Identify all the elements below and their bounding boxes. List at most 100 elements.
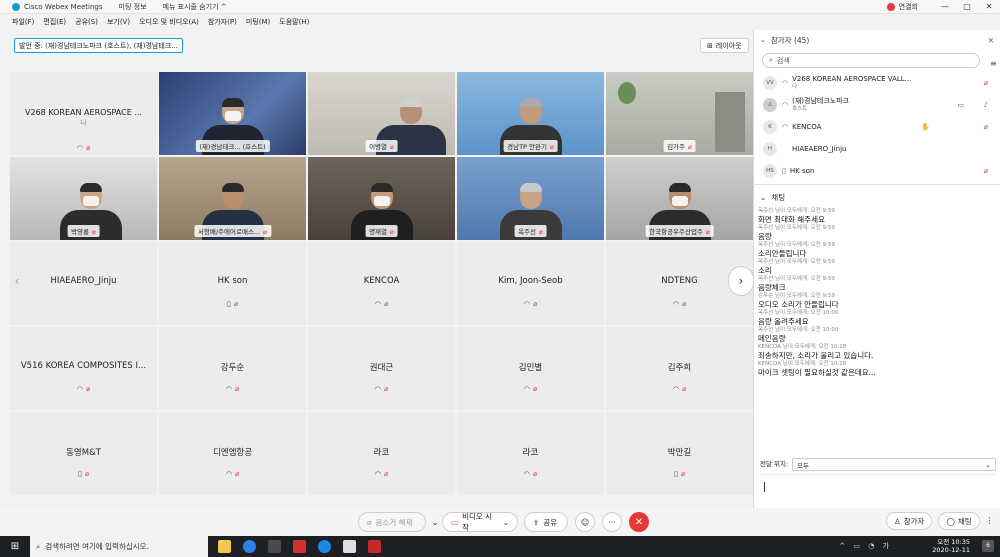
video-tile[interactable]: (재)경남테크... (호스트) [159,72,306,155]
x-icon: ✕ [634,516,644,528]
taskbar-search-input[interactable]: ⌕ 검색하려면 여기에 입력하십시오. [30,536,208,557]
participant-row[interactable]: HS ▯ HK son ⌀ [754,160,1000,182]
name-tile[interactable]: KENCOA ◠ ⌀ [308,242,455,325]
menu-audio-video[interactable]: 오디오 및 비디오(A) [139,17,199,27]
edge-icon[interactable] [243,540,256,553]
menu-file[interactable]: 파일(F) [12,17,34,27]
chevron-down-icon: ⌄ [431,517,439,527]
user-avatar-icon[interactable] [886,2,895,11]
sort-icon[interactable]: ≡ [990,59,997,68]
video-tile[interactable]: 한국항공우주산업주 ⌀ [606,157,753,240]
system-tray-icons[interactable]: ^ ▭ ◔ 가 [839,541,892,551]
windows-start-icon[interactable]: ⊞ [0,541,30,552]
prev-page-button[interactable]: ‹ [4,266,30,296]
avatar: K [763,120,777,134]
participant-row[interactable]: K ◠ KENCOA ✋ ⌀ [754,116,1000,138]
close-button[interactable]: ✕ [978,2,1000,11]
grid-icon: ⊞ [707,41,713,50]
chat-input[interactable] [758,474,996,500]
maximize-button[interactable]: □ [956,2,978,11]
mic-on-icon[interactable]: ♪ [984,101,988,109]
mic-muted-icon[interactable]: ⌀ [984,123,988,131]
name-tile[interactable]: HK son ▯ ⌀ [159,242,306,325]
webex-logo-icon [12,2,20,11]
chat-toggle-button[interactable]: ◯ 채팅 [938,512,980,530]
video-tile[interactable]: 서청배/주에어로매스... ⌀ [159,157,306,240]
menu-share[interactable]: 공유(S) [75,17,98,27]
share-button[interactable]: ⇪ 공유 [524,512,568,532]
chevron-down-icon: ⌄ [760,36,766,44]
mic-muted-icon[interactable]: ⌀ [984,167,988,175]
video-tile[interactable]: 박영룡 ⌀ [10,157,157,240]
chat-header[interactable]: ⌄ 채팅 [754,187,1000,207]
participant-search-input[interactable]: ⌕ 검색 [762,53,980,68]
panel-more-icon[interactable]: ⋮ [986,512,994,530]
webex-taskbar-icon[interactable] [318,540,331,553]
more-options-button[interactable]: ··· [602,512,622,532]
name-tile[interactable]: 김주희 ◠ ⌀ [606,327,753,410]
windows-taskbar: ⊞ ⌕ 검색하려면 여기에 입력하십시오. ^ ▭ ◔ 가 오전 10:35 2… [0,536,1000,557]
tile-name: V516 KOREA COMPOSITES I... [20,361,147,371]
name-tile[interactable]: 라코 ◠ ⌀ [457,412,604,495]
app-icon[interactable] [343,540,356,553]
layout-button[interactable]: ⊞ 레이아웃 [700,38,749,53]
menu-edit[interactable]: 편집(E) [43,17,66,27]
name-tile[interactable]: 박만길 ▯ ⌀ [606,412,753,495]
close-icon[interactable]: ✕ [988,36,994,45]
name-tile[interactable]: HIAEAERO_Jinju [10,242,157,325]
leave-meeting-button[interactable]: ✕ [629,512,649,532]
app-icon[interactable] [368,540,381,553]
tile-name: V268 KOREAN AEROSPACE ... [25,108,142,117]
name-tile[interactable]: 디엔엠항공 ◠ ⌀ [159,412,306,495]
minimize-button[interactable]: — [934,2,956,11]
user-name[interactable]: 연결희 [899,2,918,12]
hide-menu-button[interactable]: 메뉴 표시줄 숨기기 ^ [163,2,227,12]
start-video-button[interactable]: ▭ 비디오 시작 ⌄ [442,512,518,532]
menu-view[interactable]: 보기(V) [107,17,130,27]
mic-muted-icon[interactable]: ⌀ [984,79,988,87]
name-tile[interactable]: Kim, Joon-Seob ◠ ⌀ [457,242,604,325]
video-tile[interactable]: 경남TP 안완기 ⌀ [457,72,604,155]
video-tile[interactable]: 김가주 ⌀ [606,72,753,155]
chat-messages: 옥주선 님이 모두에게: 오전 9:59 화면 최대화 해주세요 옥주선 님이 모… [754,207,1000,465]
menu-participant[interactable]: 참가자(P) [208,17,237,27]
video-tile[interactable]: 명재열 ⌀ [308,157,455,240]
store-icon[interactable] [268,540,281,553]
reactions-button[interactable]: ☺ [575,512,595,532]
chevron-right-icon: › [738,274,744,288]
tile-label: 박영룡 ⌀ [67,225,100,237]
chat-message: 옥주선 님이 모두에게: 오전 10:00 메인음량 [758,327,839,343]
participant-row[interactable]: ♙ ◠ (재)경남테크노파크 호스트 ▭ ♪ [754,94,1000,116]
name-tile[interactable]: V516 KOREA COMPOSITES I... ◠ ⌀ [10,327,157,410]
chat-to-label: 전달 위치: [760,460,789,468]
headset-icon: ◠ [225,385,232,393]
participant-row[interactable]: H HIAEAERO_Jinju [754,138,1000,160]
chat-message: 옥주선 님이 모두에게: 오전 9:59 소리 [758,259,835,275]
menu-meeting[interactable]: 미팅(M) [246,17,270,27]
clock[interactable]: 오전 10:35 2020-12-11 [932,538,970,554]
name-tile[interactable]: 김민별 ◠ ⌀ [457,327,604,410]
video-tile[interactable]: 옥주선 ⌀ [457,157,604,240]
headset-icon: ◠ [374,385,381,393]
name-tile[interactable]: 라코 ◠ ⌀ [308,412,455,495]
participants-toggle-button[interactable]: ♙ 참가자 [886,512,933,530]
video-tile[interactable]: 이병열 ⌀ [308,72,455,155]
next-page-button[interactable]: › [728,266,754,296]
chat-recipient-select[interactable]: 모두 ⌄ [792,458,996,471]
tile-label: 김가주 ⌀ [663,140,696,152]
name-tile[interactable]: 동영M&T ▯ ⌀ [10,412,157,495]
headset-icon: ◠ [782,101,789,109]
menu-help[interactable]: 도움말(H) [279,17,309,27]
notification-icon[interactable]: 6 [982,540,994,552]
meeting-info-button[interactable]: 미팅 정보 [119,2,147,12]
unmute-button[interactable]: ⌀ 음소거 해제 [358,512,426,532]
name-tile[interactable]: 강두순 ◠ ⌀ [159,327,306,410]
video-tile[interactable]: V268 KOREAN AEROSPACE ... 나 ◠ ⌀ [10,72,157,155]
participants-header[interactable]: ⌄ 참가자 (45) ✕ [754,30,1000,50]
mic-muted-icon: ⌀ [85,144,91,152]
participant-row[interactable]: VV ◠ V268 KOREAN AEROSPACE VALL... 나 ⌀ [754,72,1000,94]
name-tile[interactable]: 권대근 ◠ ⌀ [308,327,455,410]
file-explorer-icon[interactable] [218,540,231,553]
pdf-app-icon[interactable] [293,540,306,553]
tile-name: Kim, Joon-Seob [498,276,563,286]
